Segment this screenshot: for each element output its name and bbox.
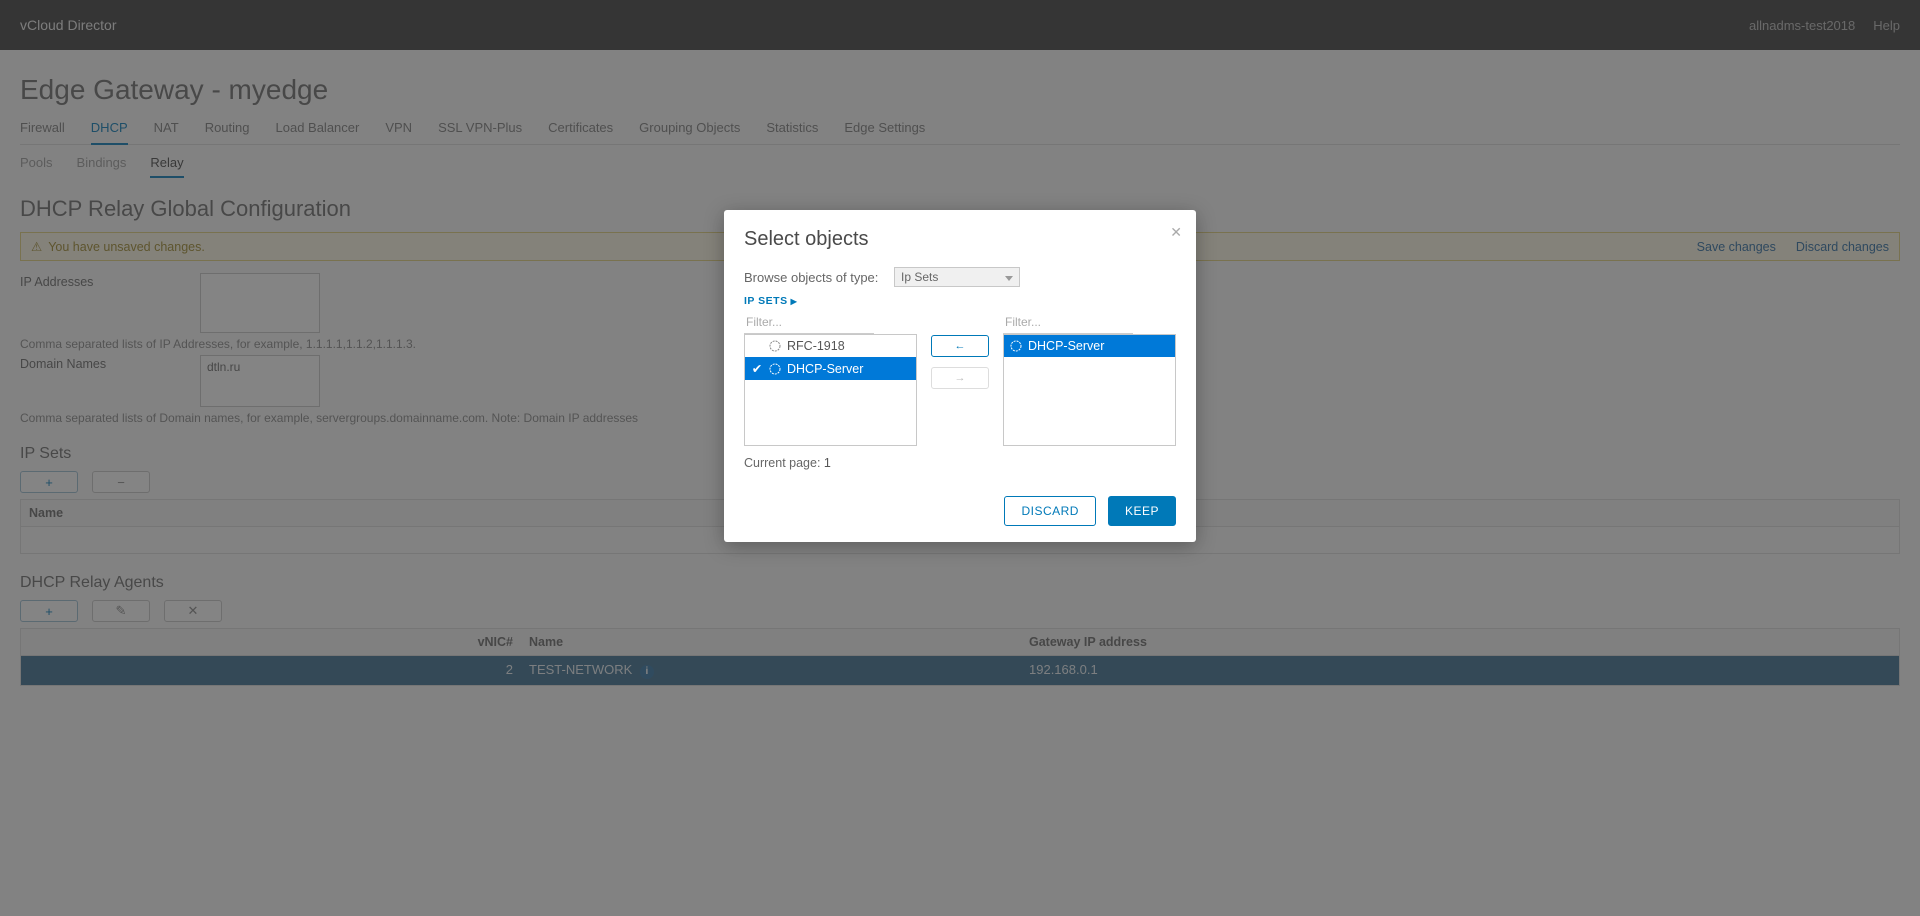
selected-item-dhcp[interactable]: DHCP-Server (1004, 335, 1175, 357)
arrow-left-icon: ← (955, 340, 966, 352)
modal-title: Select objects (744, 228, 1176, 251)
available-list: RFC-1918 ✔ DHCP-Server (744, 334, 917, 446)
ipsets-breadcrumb[interactable]: IP SETS ▶ (744, 295, 1176, 307)
available-item-rfc1918[interactable]: RFC-1918 (745, 335, 916, 357)
select-objects-modal: ✕ Select objects Browse objects of type:… (724, 210, 1196, 542)
discard-button[interactable]: DISCARD (1004, 496, 1096, 526)
arrow-right-icon: → (955, 372, 966, 384)
check-icon: ✔ (751, 361, 763, 376)
ipset-icon (769, 363, 781, 375)
ipset-icon (1010, 340, 1022, 352)
modal-overlay: ✕ Select objects Browse objects of type:… (0, 0, 1920, 916)
pager: Current page: 1 (744, 456, 1176, 470)
browse-label: Browse objects of type: (744, 270, 894, 285)
available-item-dhcp[interactable]: ✔ DHCP-Server (745, 357, 916, 380)
object-type-select[interactable]: Ip Sets (894, 267, 1020, 287)
right-filter-input[interactable] (1003, 313, 1133, 334)
left-filter-input[interactable] (744, 313, 874, 334)
caret-right-icon: ▶ (791, 297, 798, 306)
move-right-button[interactable]: → (931, 367, 989, 389)
modal-close-button[interactable]: ✕ (1170, 224, 1182, 241)
selected-list: DHCP-Server (1003, 334, 1176, 446)
keep-button[interactable]: KEEP (1108, 496, 1176, 526)
ipset-icon (769, 340, 781, 352)
move-left-button[interactable]: ← (931, 335, 989, 357)
